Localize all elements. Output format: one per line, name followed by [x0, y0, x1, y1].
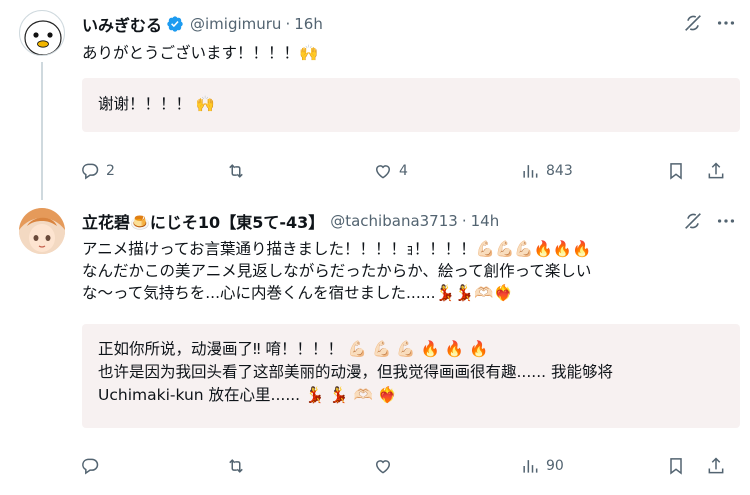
retweet-button[interactable]	[226, 159, 252, 183]
share-icon	[708, 457, 724, 474]
display-name[interactable]: 立花碧🍮にじそ10【東5て-43】	[82, 209, 324, 233]
views-button[interactable]: 90	[520, 454, 564, 478]
timestamp[interactable]: 14h	[471, 212, 500, 230]
bookmark-icon	[670, 163, 682, 180]
views-icon	[523, 460, 538, 473]
reply-icon	[82, 163, 99, 180]
timestamp[interactable]: 16h	[294, 15, 323, 33]
tweet-text-line: な〜って気持ちを...心に内巻くんを宿せました......💃💃🫶🏻❤️‍🔥	[82, 284, 513, 302]
retweet-button[interactable]	[226, 454, 252, 478]
views-icon	[523, 165, 538, 178]
tweet-header: いみぎむる @imigimuru · 16h	[82, 13, 710, 35]
bookmark-button[interactable]	[666, 454, 686, 478]
translation-text: 谢谢！！！！ 🙌	[98, 95, 216, 113]
tweet-text-line: なんだかこの美アニメ見返しながらだったからか、絵って創作って楽しい	[82, 262, 592, 280]
like-button[interactable]	[373, 454, 399, 478]
tweet[interactable]: 立花碧🍮にじそ10【東5て-43】 @tachibana3713 · 14h ア…	[0, 198, 750, 495]
translation-line: Uchimaki-kun 放在心里...... 💃 💃 🫶🏻 ❤️‍🔥	[98, 386, 398, 404]
translation-box: 正如你所说，动漫画了‼ 唷！！！！ 💪🏻 💪🏻 💪🏻 🔥 🔥 🔥 也许是因为我回…	[82, 324, 740, 428]
like-button[interactable]: 4	[373, 159, 408, 183]
views-count: 843	[546, 163, 573, 179]
tweet-text-line: アニメ描けってお言葉通り描きました！！！！ｮ！！！！💪🏻💪🏻💪🏻🔥🔥🔥	[82, 240, 592, 258]
translation-line: 也许是因为我回头看了这部美丽的动漫，但我觉得画画很有趣...... 我能够将	[98, 363, 613, 381]
tweet-text: アニメ描けってお言葉通り描きました！！！！ｮ！！！！💪🏻💪🏻💪🏻🔥🔥🔥 なんだか…	[82, 238, 722, 304]
action-bar: 90	[80, 454, 736, 478]
more-icon[interactable]	[715, 12, 737, 34]
share-button[interactable]	[706, 454, 726, 478]
like-icon	[375, 460, 391, 474]
bookmark-icon	[670, 458, 682, 475]
action-bar: 2 4 843	[80, 159, 736, 183]
tweet[interactable]: いみぎむる @imigimuru · 16h ありがとうございます！！！！🙌 谢…	[0, 0, 750, 200]
thread-connector	[41, 62, 43, 200]
reply-icon	[82, 458, 99, 475]
reply-button[interactable]: 2	[80, 159, 115, 183]
tweet-text: ありがとうございます！！！！🙌	[82, 44, 319, 62]
grok-icon[interactable]	[682, 12, 704, 34]
views-button[interactable]: 843	[520, 159, 573, 183]
user-handle[interactable]: @tachibana3713	[330, 212, 458, 230]
separator-dot: ·	[461, 212, 467, 230]
grok-icon[interactable]	[682, 210, 704, 232]
separator-dot: ·	[285, 15, 291, 33]
reply-button[interactable]	[80, 454, 106, 478]
reply-count: 2	[106, 163, 115, 179]
like-count: 4	[399, 163, 408, 179]
retweet-icon	[229, 459, 243, 473]
verified-icon	[167, 16, 183, 32]
like-icon	[375, 165, 391, 179]
retweet-icon	[229, 164, 243, 178]
translation-box: 谢谢！！！！ 🙌	[82, 78, 740, 132]
views-count: 90	[546, 458, 564, 474]
anime-girl-avatar-icon	[19, 208, 65, 254]
share-icon	[708, 162, 724, 179]
tweet-header: 立花碧🍮にじそ10【東5て-43】 @tachibana3713 · 14h	[82, 210, 710, 232]
user-handle[interactable]: @imigimuru	[190, 15, 281, 33]
display-name[interactable]: いみぎむる	[82, 12, 162, 36]
share-button[interactable]	[706, 159, 726, 183]
avatar[interactable]	[19, 208, 65, 254]
bookmark-button[interactable]	[666, 159, 686, 183]
penguin-avatar-icon	[24, 20, 62, 55]
more-icon[interactable]	[715, 210, 737, 232]
avatar[interactable]	[19, 10, 65, 56]
translation-line: 正如你所说，动漫画了‼ 唷！！！！ 💪🏻 💪🏻 💪🏻 🔥 🔥 🔥	[98, 340, 489, 358]
